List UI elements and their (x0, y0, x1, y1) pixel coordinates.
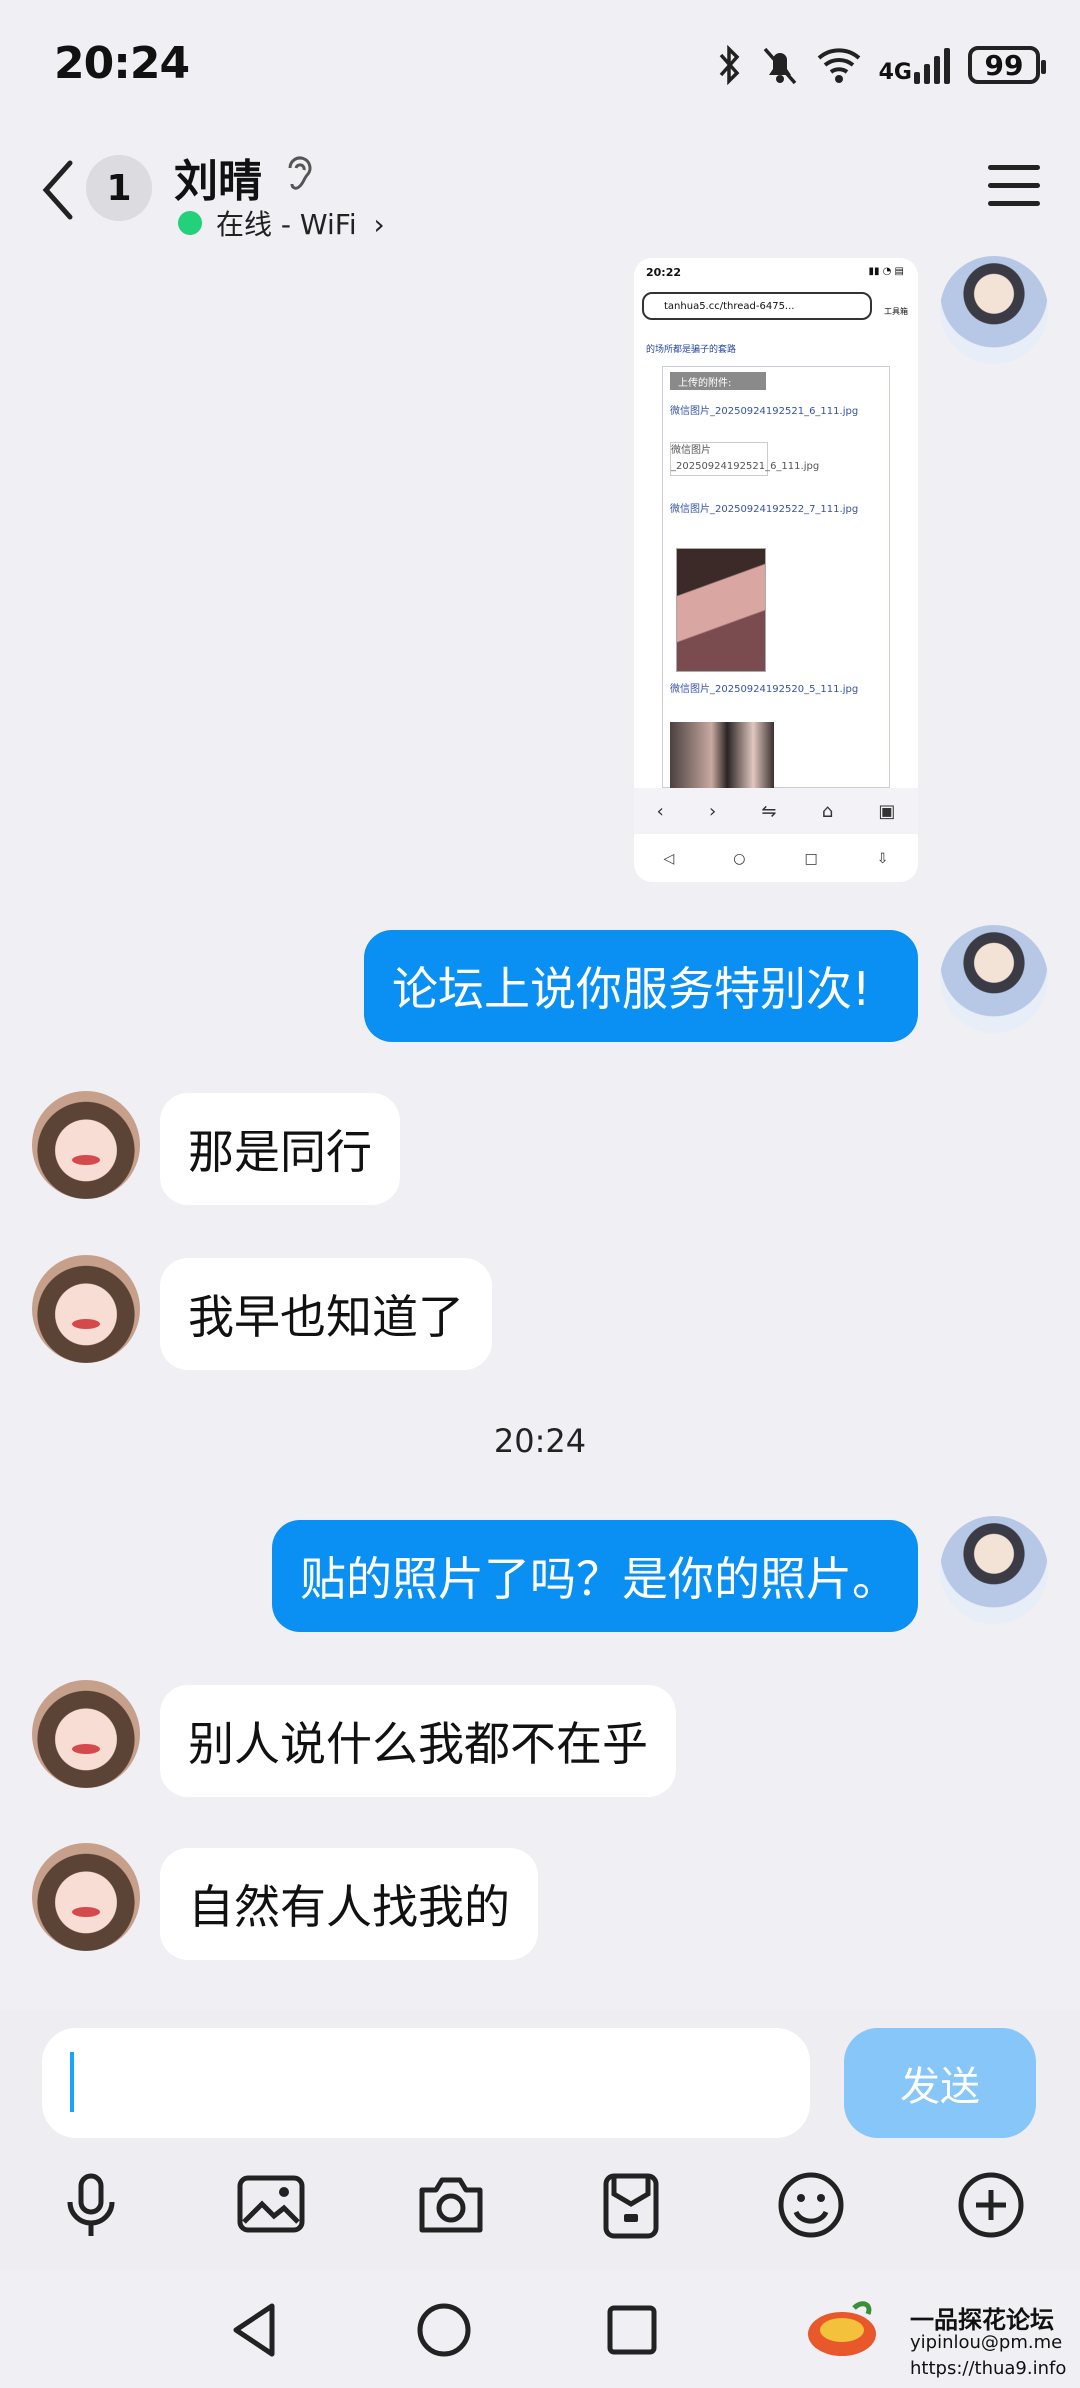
message-bubble-incoming[interactable]: 那是同行 (160, 1093, 400, 1205)
screenshot-url-bar: tanhua5.cc/thread-6475... (642, 292, 872, 320)
screenshot-status-icons: ▮▮ ◔ ▤ (868, 266, 904, 277)
online-status[interactable]: 在线 - WiFi › (216, 203, 385, 243)
image-message[interactable]: 20:22 ▮▮ ◔ ▤ tanhua5.cc/thread-6475... 工… (634, 258, 918, 882)
mute-bell-icon (763, 47, 796, 85)
status-icons: 4G 99 (717, 40, 1046, 90)
avatar[interactable] (32, 1843, 140, 1951)
nav-recents-icon[interactable] (602, 2300, 662, 2360)
emoji-icon[interactable] (776, 2170, 846, 2240)
watermark-url: https://thua9.info (910, 2358, 1067, 2379)
battery-indicator: 99 (968, 46, 1046, 84)
watermark-title: 一品探花论坛 (910, 2306, 1054, 2334)
nav-home-icon[interactable] (414, 2300, 474, 2360)
watermark-email: yipinlou@pm.me (910, 2332, 1063, 2353)
screenshot-file: 微信图片_20250924192520_5_111.jpg (670, 684, 859, 695)
ear-icon[interactable] (282, 150, 318, 194)
folder-icon[interactable] (596, 2170, 666, 2240)
message-bubble-incoming[interactable]: 别人说什么我都不在乎 (160, 1685, 676, 1797)
online-indicator (178, 211, 202, 235)
screenshot-photo (676, 548, 766, 672)
avatar[interactable] (940, 256, 1048, 364)
text-cursor (70, 2052, 74, 2112)
wifi-icon (817, 48, 860, 83)
screenshot-nav: ‹ › ⇋ ⌂ ▣ (634, 788, 918, 834)
menu-icon[interactable] (988, 165, 1040, 209)
bluetooth-icon (719, 45, 740, 85)
image-icon[interactable] (236, 2170, 306, 2240)
contact-name[interactable]: 刘晴 (174, 145, 262, 209)
avatar[interactable] (32, 1680, 140, 1788)
status-time: 20:24 (54, 38, 190, 89)
signal-icon (914, 46, 950, 84)
network-type: 4G (878, 60, 912, 85)
message-bubble-outgoing[interactable]: 贴的照片了吗？是你的照片。 (272, 1520, 918, 1632)
screenshot-sys-nav: ◁ ○ □ ⇩ (663, 851, 889, 867)
microphone-icon[interactable] (56, 2170, 126, 2240)
time-divider: 20:24 (493, 1422, 587, 1460)
avatar[interactable] (32, 1091, 140, 1199)
back-icon[interactable] (36, 155, 86, 225)
message-input[interactable] (42, 2028, 810, 2138)
camera-icon[interactable] (416, 2170, 486, 2240)
screenshot-attach-label: 上传的附件: (670, 372, 766, 390)
message-bubble-incoming[interactable]: 自然有人找我的 (160, 1848, 538, 1960)
message-bubble-outgoing[interactable]: 论坛上说你服务特别次! (364, 930, 918, 1042)
nav-back-icon[interactable] (226, 2300, 286, 2360)
plus-icon[interactable] (956, 2170, 1026, 2240)
message-bubble-incoming[interactable]: 我早也知道了 (160, 1258, 492, 1370)
screenshot-file: 微信图片_20250924192522_7_111.jpg (670, 504, 859, 515)
avatar[interactable] (940, 1516, 1048, 1624)
avatar[interactable] (940, 925, 1048, 1033)
screenshot-file: 微信图片_20250924192521_6_111.jpg (670, 406, 859, 417)
screenshot-time: 20:22 (646, 266, 682, 279)
screenshot-toolbox: 工具箱 (884, 307, 908, 316)
screenshot-text: 的场所都是骗子的套路 (646, 345, 737, 355)
avatar[interactable] (32, 1255, 140, 1363)
unread-badge[interactable]: 1 (86, 155, 152, 221)
send-button[interactable]: 发送 (844, 2028, 1036, 2138)
screenshot-file-alt: 微信图片_20250924192521_6_111.jpg (670, 442, 819, 476)
chevron-right-icon: › (373, 208, 385, 241)
watermark-logo (808, 2301, 876, 2356)
